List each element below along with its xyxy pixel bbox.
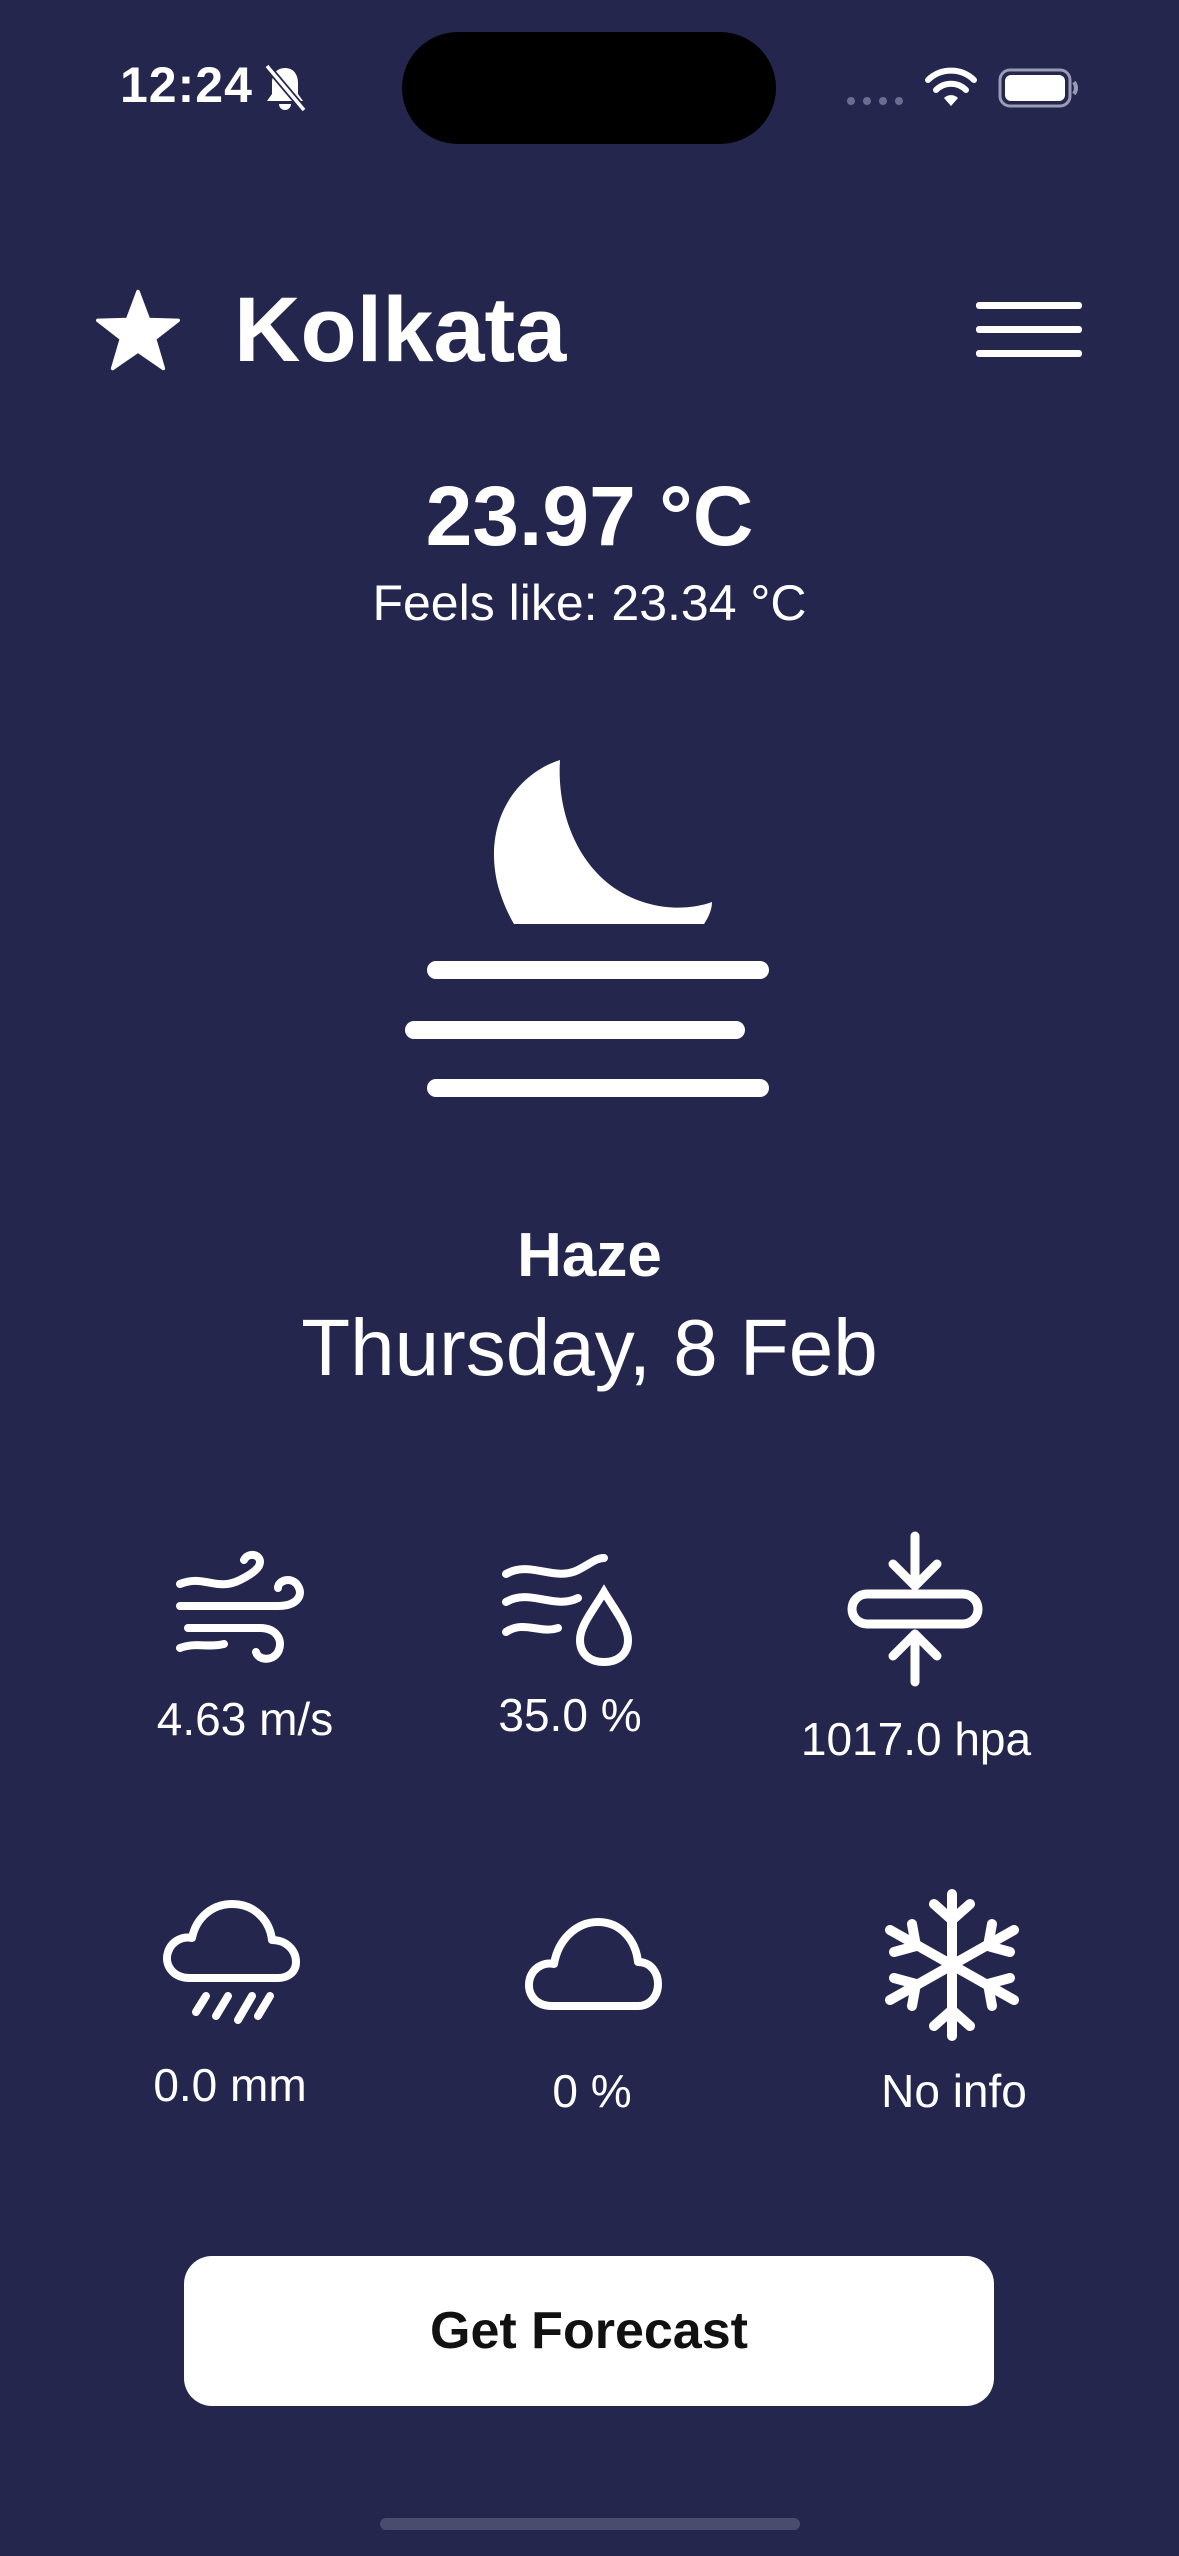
battery-icon	[998, 68, 1078, 108]
hamburger-menu-icon[interactable]	[976, 298, 1082, 360]
get-forecast-button[interactable]: Get Forecast	[184, 2256, 994, 2406]
snowflake-icon	[885, 1889, 1019, 2041]
precipitation-value: 0.0 mm	[153, 2059, 307, 2111]
cellular-signal-icon	[847, 97, 903, 105]
current-date: Thursday, 8 Feb	[301, 1303, 878, 1392]
status-time: 12:24	[120, 57, 253, 113]
humidity-icon	[502, 1554, 632, 1667]
wind-speed-value: 4.63 m/s	[156, 1693, 334, 1745]
wifi-icon	[925, 67, 977, 106]
haze-night-icon	[405, 760, 769, 1097]
cloudiness-value: 0 %	[552, 2065, 632, 2117]
snow-value: No info	[881, 2065, 1027, 2117]
current-temperature: 23.97 °C	[425, 469, 754, 563]
home-indicator[interactable]	[380, 2518, 800, 2530]
pressure-icon	[847, 1531, 983, 1687]
pressure-value: 1017.0 hpa	[800, 1713, 1032, 1765]
wind-icon	[176, 1551, 304, 1663]
city-name: Kolkata	[234, 279, 567, 381]
star-icon[interactable]	[94, 288, 182, 372]
feels-like-temperature: Feels like: 23.34 °C	[372, 575, 807, 631]
humidity-value: 35.0 %	[498, 1689, 642, 1741]
cloud-icon	[525, 1918, 662, 2010]
rain-cloud-icon	[163, 1900, 300, 2024]
weather-condition: Haze	[517, 1221, 662, 1290]
dynamic-island	[402, 32, 776, 144]
silent-mode-icon	[264, 63, 307, 113]
